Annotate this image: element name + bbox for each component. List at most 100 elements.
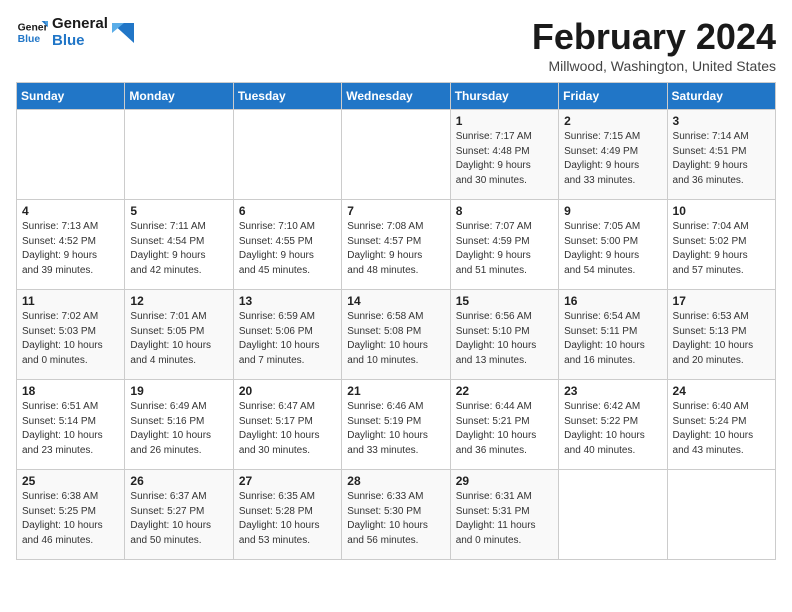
header-sunday: Sunday [17, 83, 125, 110]
day-info: Sunrise: 7:08 AM Sunset: 4:57 PM Dayligh… [347, 220, 444, 278]
day-info: Sunrise: 6:49 AM Sunset: 5:16 PM Dayligh… [130, 400, 227, 458]
day-number: 28 [347, 474, 444, 488]
day-number: 10 [673, 204, 770, 218]
day-number: 7 [347, 204, 444, 218]
day-info: Sunrise: 6:56 AM Sunset: 5:10 PM Dayligh… [456, 310, 553, 368]
day-info: Sunrise: 6:47 AM Sunset: 5:17 PM Dayligh… [239, 400, 336, 458]
calendar-cell [17, 110, 125, 200]
calendar-cell: 14 Sunrise: 6:58 AM Sunset: 5:08 PM Dayli… [342, 290, 450, 380]
day-number: 20 [239, 384, 336, 398]
day-info: Sunrise: 7:13 AM Sunset: 4:52 PM Dayligh… [22, 220, 119, 278]
day-info: Sunrise: 6:37 AM Sunset: 5:27 PM Dayligh… [130, 490, 227, 548]
calendar-cell: 23 Sunrise: 6:42 AM Sunset: 5:22 PM Dayli… [559, 380, 667, 470]
svg-text:Blue: Blue [18, 33, 41, 44]
calendar-cell: 8 Sunrise: 7:07 AM Sunset: 4:59 PM Daylig… [450, 200, 558, 290]
title-block: February 2024 Millwood, Washington, Unit… [532, 16, 776, 74]
week-row-2: 4 Sunrise: 7:13 AM Sunset: 4:52 PM Daylig… [17, 200, 776, 290]
logo-general: General [52, 16, 108, 33]
day-number: 6 [239, 204, 336, 218]
location: Millwood, Washington, United States [532, 58, 776, 74]
calendar-cell [233, 110, 341, 200]
day-info: Sunrise: 6:59 AM Sunset: 5:06 PM Dayligh… [239, 310, 336, 368]
calendar-cell: 11 Sunrise: 7:02 AM Sunset: 5:03 PM Dayli… [17, 290, 125, 380]
day-number: 11 [22, 294, 119, 308]
calendar-cell: 22 Sunrise: 6:44 AM Sunset: 5:21 PM Dayli… [450, 380, 558, 470]
day-number: 8 [456, 204, 553, 218]
logo-blue: Blue [52, 33, 108, 50]
day-info: Sunrise: 7:15 AM Sunset: 4:49 PM Dayligh… [564, 130, 661, 188]
calendar-cell: 15 Sunrise: 6:56 AM Sunset: 5:10 PM Dayli… [450, 290, 558, 380]
week-row-5: 25 Sunrise: 6:38 AM Sunset: 5:25 PM Dayli… [17, 470, 776, 560]
day-info: Sunrise: 6:58 AM Sunset: 5:08 PM Dayligh… [347, 310, 444, 368]
header-saturday: Saturday [667, 83, 775, 110]
calendar-cell [559, 470, 667, 560]
day-info: Sunrise: 6:38 AM Sunset: 5:25 PM Dayligh… [22, 490, 119, 548]
calendar-cell: 12 Sunrise: 7:01 AM Sunset: 5:05 PM Dayli… [125, 290, 233, 380]
logo-icon: General Blue [16, 19, 48, 47]
day-info: Sunrise: 6:31 AM Sunset: 5:31 PM Dayligh… [456, 490, 553, 548]
day-number: 14 [347, 294, 444, 308]
calendar-cell: 28 Sunrise: 6:33 AM Sunset: 5:30 PM Dayli… [342, 470, 450, 560]
header-tuesday: Tuesday [233, 83, 341, 110]
day-info: Sunrise: 7:07 AM Sunset: 4:59 PM Dayligh… [456, 220, 553, 278]
day-info: Sunrise: 6:53 AM Sunset: 5:13 PM Dayligh… [673, 310, 770, 368]
calendar-header-row: SundayMondayTuesdayWednesdayThursdayFrid… [17, 83, 776, 110]
week-row-3: 11 Sunrise: 7:02 AM Sunset: 5:03 PM Dayli… [17, 290, 776, 380]
header-friday: Friday [559, 83, 667, 110]
week-row-4: 18 Sunrise: 6:51 AM Sunset: 5:14 PM Dayli… [17, 380, 776, 470]
day-info: Sunrise: 7:01 AM Sunset: 5:05 PM Dayligh… [130, 310, 227, 368]
day-number: 22 [456, 384, 553, 398]
day-number: 19 [130, 384, 227, 398]
calendar-cell: 6 Sunrise: 7:10 AM Sunset: 4:55 PM Daylig… [233, 200, 341, 290]
calendar-cell: 13Sunrise: 6:59 AM Sunset: 5:06 PM Dayli… [233, 290, 341, 380]
logo-arrow-icon [112, 23, 134, 43]
day-info: Sunrise: 6:40 AM Sunset: 5:24 PM Dayligh… [673, 400, 770, 458]
calendar-cell: 19 Sunrise: 6:49 AM Sunset: 5:16 PM Dayli… [125, 380, 233, 470]
day-info: Sunrise: 6:33 AM Sunset: 5:30 PM Dayligh… [347, 490, 444, 548]
calendar-cell: 16Sunrise: 6:54 AM Sunset: 5:11 PM Dayli… [559, 290, 667, 380]
day-info: Sunrise: 6:51 AM Sunset: 5:14 PM Dayligh… [22, 400, 119, 458]
day-info: Sunrise: 6:54 AM Sunset: 5:11 PM Dayligh… [564, 310, 661, 368]
calendar-cell: 24Sunrise: 6:40 AM Sunset: 5:24 PM Dayli… [667, 380, 775, 470]
day-info: Sunrise: 7:17 AM Sunset: 4:48 PM Dayligh… [456, 130, 553, 188]
calendar-cell: 18 Sunrise: 6:51 AM Sunset: 5:14 PM Dayli… [17, 380, 125, 470]
calendar-cell: 17 Sunrise: 6:53 AM Sunset: 5:13 PM Dayli… [667, 290, 775, 380]
day-info: Sunrise: 6:35 AM Sunset: 5:28 PM Dayligh… [239, 490, 336, 548]
day-info: Sunrise: 6:42 AM Sunset: 5:22 PM Dayligh… [564, 400, 661, 458]
calendar-cell: 21 Sunrise: 6:46 AM Sunset: 5:19 PM Dayli… [342, 380, 450, 470]
day-number: 15 [456, 294, 553, 308]
calendar-cell: 27Sunrise: 6:35 AM Sunset: 5:28 PM Dayli… [233, 470, 341, 560]
svg-text:General: General [18, 22, 48, 33]
day-number: 2 [564, 114, 661, 128]
week-row-1: 1 Sunrise: 7:17 AM Sunset: 4:48 PM Daylig… [17, 110, 776, 200]
day-info: Sunrise: 7:04 AM Sunset: 5:02 PM Dayligh… [673, 220, 770, 278]
calendar-cell: 29 Sunrise: 6:31 AM Sunset: 5:31 PM Dayli… [450, 470, 558, 560]
day-number: 18 [22, 384, 119, 398]
calendar-cell: 5Sunrise: 7:11 AM Sunset: 4:54 PM Daylig… [125, 200, 233, 290]
calendar-cell: 20 Sunrise: 6:47 AM Sunset: 5:17 PM Dayli… [233, 380, 341, 470]
day-number: 29 [456, 474, 553, 488]
day-number: 12 [130, 294, 227, 308]
calendar-cell: 10 Sunrise: 7:04 AM Sunset: 5:02 PM Dayli… [667, 200, 775, 290]
calendar-cell: 25 Sunrise: 6:38 AM Sunset: 5:25 PM Dayli… [17, 470, 125, 560]
header-monday: Monday [125, 83, 233, 110]
calendar-cell: 4 Sunrise: 7:13 AM Sunset: 4:52 PM Daylig… [17, 200, 125, 290]
day-number: 21 [347, 384, 444, 398]
day-number: 26 [130, 474, 227, 488]
day-number: 25 [22, 474, 119, 488]
day-info: Sunrise: 7:10 AM Sunset: 4:55 PM Dayligh… [239, 220, 336, 278]
calendar-cell: 2 Sunrise: 7:15 AM Sunset: 4:49 PM Daylig… [559, 110, 667, 200]
day-info: Sunrise: 7:05 AM Sunset: 5:00 PM Dayligh… [564, 220, 661, 278]
day-number: 4 [22, 204, 119, 218]
calendar-cell: 26 Sunrise: 6:37 AM Sunset: 5:27 PM Dayli… [125, 470, 233, 560]
day-number: 5 [130, 204, 227, 218]
day-info: Sunrise: 6:46 AM Sunset: 5:19 PM Dayligh… [347, 400, 444, 458]
day-info: Sunrise: 6:44 AM Sunset: 5:21 PM Dayligh… [456, 400, 553, 458]
day-number: 17 [673, 294, 770, 308]
day-number: 9 [564, 204, 661, 218]
calendar-cell: 9 Sunrise: 7:05 AM Sunset: 5:00 PM Daylig… [559, 200, 667, 290]
day-number: 23 [564, 384, 661, 398]
day-number: 1 [456, 114, 553, 128]
day-info: Sunrise: 7:02 AM Sunset: 5:03 PM Dayligh… [22, 310, 119, 368]
calendar-cell: 7 Sunrise: 7:08 AM Sunset: 4:57 PM Daylig… [342, 200, 450, 290]
